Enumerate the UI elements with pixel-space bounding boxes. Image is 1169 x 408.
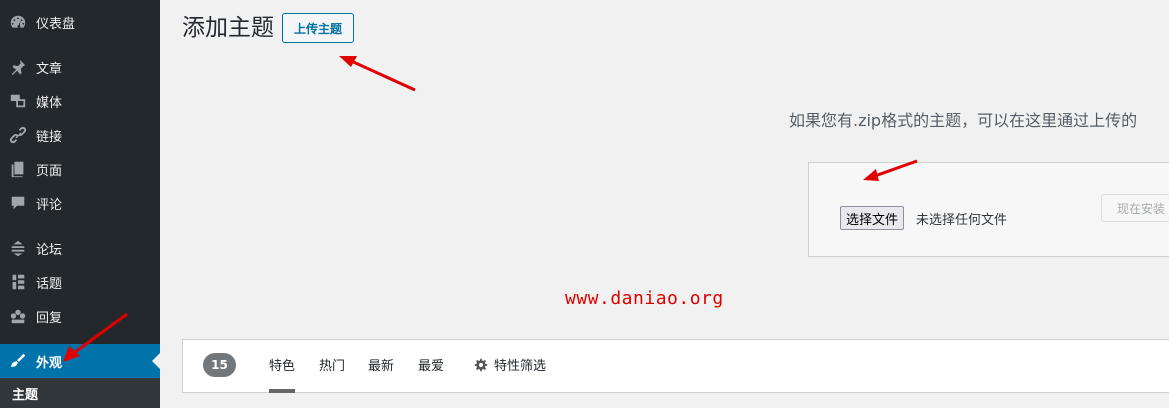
sidebar-item-forums[interactable]: 论坛 — [0, 231, 160, 265]
sidebar-item-replies[interactable]: 回复 — [0, 299, 160, 333]
gear-icon — [474, 358, 488, 371]
sidebar-item-pages[interactable]: 页面 — [0, 152, 160, 186]
sidebar-item-dashboard[interactable]: 仪表盘 — [0, 5, 160, 39]
sidebar-item-label: 仪表盘 — [36, 16, 76, 32]
install-now-button[interactable]: 现在安装 — [1101, 194, 1169, 222]
feature-filter-label: 特性筛选 — [494, 359, 547, 374]
tab-featured[interactable]: 特色 — [269, 355, 295, 374]
sidebar-item-label: 媒体 — [36, 95, 63, 111]
theme-filter-bar: 15 特色 热门 最新 最爱 特性筛选 — [182, 339, 1169, 393]
sidebar-item-label: 外观 — [36, 355, 63, 371]
brush-icon — [8, 351, 28, 371]
sidebar-item-links[interactable]: 链接 — [0, 118, 160, 152]
sidebar-item-posts[interactable]: 文章 — [0, 50, 160, 84]
theme-count-badge: 15 — [203, 353, 236, 377]
watermark-text: www.daniao.org — [565, 288, 724, 309]
sidebar-item-label: 评论 — [36, 197, 63, 213]
upload-form: 选择文件 未选择任何文件 现在安装 — [808, 162, 1169, 257]
sidebar-item-label: 链接 — [36, 129, 63, 145]
sidebar-item-topics[interactable]: 话题 — [0, 265, 160, 299]
upload-theme-button[interactable]: 上传主题 — [282, 13, 354, 43]
sidebar-item-label: 文章 — [36, 61, 63, 77]
sidebar-item-label: 回复 — [36, 310, 63, 326]
submenu-item-themes[interactable]: 主题 — [0, 378, 160, 408]
feature-filter-button[interactable]: 特性筛选 — [474, 355, 546, 374]
sidebar-item-label: 论坛 — [36, 242, 63, 258]
tab-latest[interactable]: 最新 — [368, 355, 394, 374]
tab-favorites[interactable]: 最爱 — [418, 355, 444, 374]
sidebar-item-label: 话题 — [36, 276, 63, 292]
link-icon — [8, 125, 28, 145]
forum-icon — [8, 238, 28, 258]
comment-icon — [8, 193, 28, 213]
pin-icon — [8, 57, 28, 77]
tab-popular[interactable]: 热门 — [319, 355, 345, 374]
current-tab-indicator — [269, 389, 295, 393]
admin-sidebar: 仪表盘 文章 媒体 链接 页面 评论 论坛 话题 回复 外观 主题 — [0, 0, 160, 408]
media-icon — [8, 91, 28, 111]
topic-icon — [8, 272, 28, 292]
sidebar-item-appearance[interactable]: 外观 — [0, 344, 160, 378]
page-title: 添加主题 — [182, 15, 274, 41]
choose-file-button[interactable]: 选择文件 — [840, 206, 905, 230]
no-file-selected-text: 未选择任何文件 — [916, 213, 1008, 228]
dashboard-icon — [8, 12, 28, 32]
sidebar-item-media[interactable]: 媒体 — [0, 84, 160, 118]
annotation-arrow-upload — [339, 56, 416, 92]
sidebar-item-comments[interactable]: 评论 — [0, 186, 160, 220]
upload-description: 如果您有.zip格式的主题，可以在这里通过上传的 — [789, 111, 1138, 130]
page-icon — [8, 159, 28, 179]
sidebar-item-label: 页面 — [36, 163, 63, 179]
reply-icon — [8, 306, 28, 326]
